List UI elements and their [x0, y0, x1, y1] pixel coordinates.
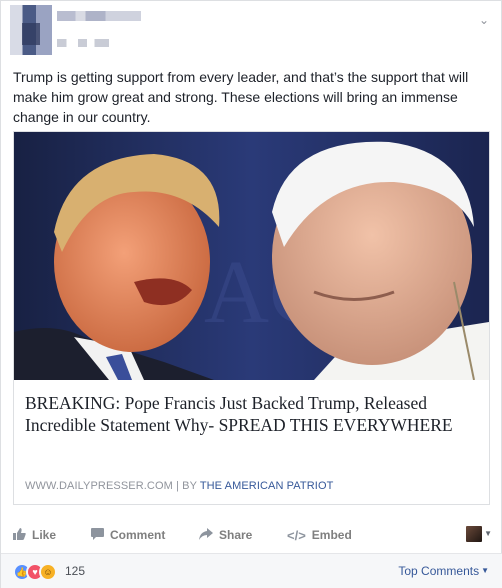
link-author[interactable]: THE AMERICAN PATRIOT [200, 480, 334, 492]
chevron-down-icon[interactable]: ⌄ [479, 13, 489, 27]
embed-label: Embed [311, 528, 352, 542]
haha-reaction-icon: ☺ [39, 563, 57, 581]
top-comments-label: Top Comments [398, 564, 480, 578]
share-button[interactable]: Share [199, 523, 252, 547]
share-label: Share [219, 528, 253, 542]
preview-photo: AC [14, 132, 489, 380]
like-label: Like [32, 528, 57, 542]
post-text: Trump is getting support from every lead… [13, 69, 469, 125]
author-avatar[interactable] [10, 5, 52, 55]
top-comments-dropdown[interactable]: Top Comments ▼ [398, 564, 489, 578]
link-preview-image[interactable]: AC [14, 132, 489, 380]
post-meta-blurred [57, 39, 109, 47]
meta-separator: | [176, 480, 179, 492]
share-arrow-icon [199, 527, 213, 543]
like-button[interactable]: Like [13, 523, 56, 547]
caret-down-icon: ▼ [481, 566, 489, 575]
speech-bubble-icon [91, 527, 104, 543]
comment-button[interactable]: Comment [91, 523, 165, 547]
comment-label: Comment [110, 528, 166, 542]
action-bar: Like Comment Share </> Embed ▼ [13, 523, 492, 547]
author-name-blurred[interactable] [57, 11, 141, 21]
link-title[interactable]: BREAKING: Pope Francis Just Backed Trump… [25, 392, 481, 436]
posting-as-avatar[interactable] [466, 526, 482, 542]
reactions-bar: 👍 ♥ ☺ 125 Top Comments ▼ [1, 554, 502, 588]
reaction-count[interactable]: 125 [65, 564, 85, 578]
code-icon: </> [287, 527, 306, 543]
thumbs-up-icon [13, 527, 26, 543]
link-domain[interactable]: WWW.DAILYPRESSER.COM [25, 480, 173, 492]
facebook-post: ⌄ Trump is getting support from every le… [0, 0, 502, 588]
caret-down-icon[interactable]: ▼ [484, 529, 492, 538]
embed-button[interactable]: </> Embed [287, 523, 352, 547]
by-label: BY [182, 480, 197, 492]
link-preview-card[interactable]: AC BREAKING: Pope Francis Just Backed Tr… [13, 131, 490, 505]
link-source: WWW.DAILYPRESSER.COM | BY THE AMERICAN P… [25, 480, 333, 492]
